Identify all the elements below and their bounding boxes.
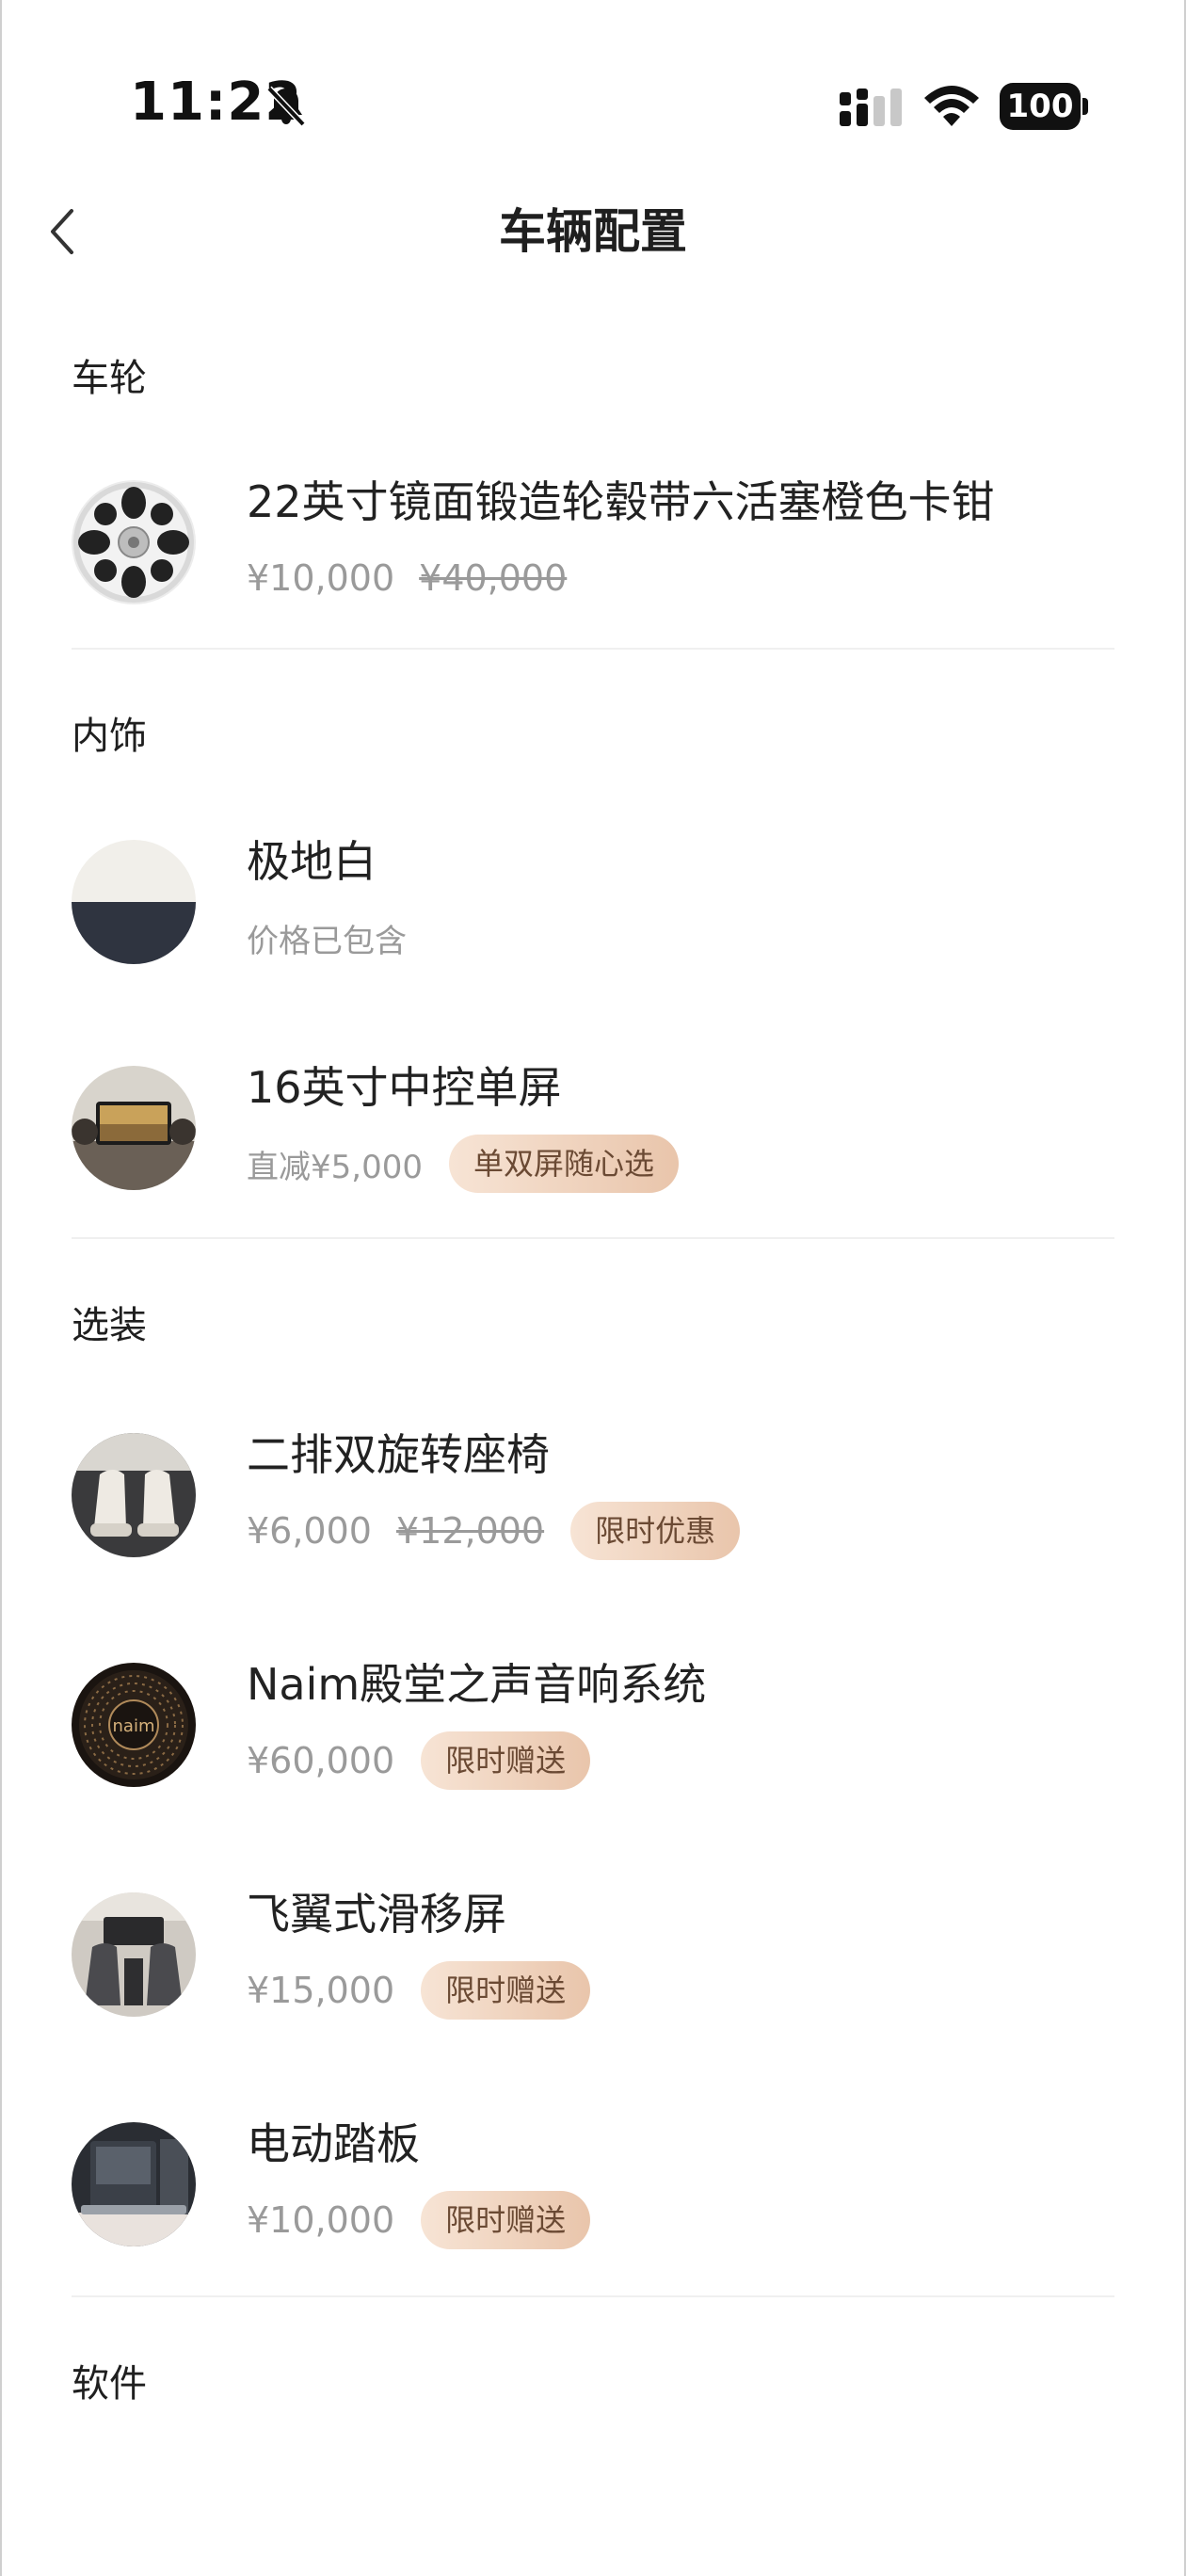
item-name: 16英寸中控单屏 bbox=[247, 1062, 562, 1113]
item-price: ¥60,000 bbox=[247, 1740, 395, 1781]
item-price-row: 价格已包含 bbox=[247, 908, 407, 968]
config-item-rotating-seats[interactable]: 二排双旋转座椅 ¥6,000 ¥12,000 限时优惠 bbox=[72, 1425, 1114, 1567]
item-price-row: ¥60,000 限时赠送 bbox=[247, 1731, 591, 1791]
config-item-center-screen[interactable]: 16英寸中控单屏 直减¥5,000 单双屏随心选 bbox=[72, 1058, 1114, 1199]
config-item-naim-audio[interactable]: naim Naim殿堂之声音响系统 ¥60,000 限时赠送 bbox=[72, 1655, 1114, 1796]
item-price: ¥15,000 bbox=[247, 1970, 395, 2011]
item-name: 电动踏板 bbox=[247, 2118, 420, 2169]
item-name: Naim殿堂之声音响系统 bbox=[247, 1659, 707, 1710]
back-chevron-icon[interactable] bbox=[41, 198, 87, 266]
speaker-thumbnail: naim bbox=[72, 1663, 196, 1787]
section-divider bbox=[72, 1237, 1114, 1239]
item-price-row: ¥10,000 限时赠送 bbox=[247, 2190, 591, 2250]
item-price: ¥10,000 bbox=[247, 2199, 395, 2241]
wheel-icon bbox=[72, 480, 196, 604]
promo-badge: 限时优惠 bbox=[570, 1502, 741, 1560]
section-divider bbox=[72, 2295, 1114, 2297]
item-price-row: 直减¥5,000 单双屏随心选 bbox=[247, 1134, 679, 1194]
item-original-price: ¥12,000 bbox=[395, 1510, 545, 1552]
interior-color-swatch bbox=[72, 840, 196, 964]
page-title: 车辆配置 bbox=[499, 204, 687, 259]
battery-level: 100 bbox=[1000, 83, 1081, 130]
section-label-software: 软件 bbox=[72, 2362, 147, 2406]
promo-badge: 限时赠送 bbox=[421, 2191, 591, 2249]
wifi-icon bbox=[924, 86, 979, 126]
config-item-running-board[interactable]: 电动踏板 ¥10,000 限时赠送 bbox=[72, 2115, 1114, 2256]
bell-muted-icon bbox=[266, 86, 306, 127]
promo-badge: 限时赠送 bbox=[421, 1731, 591, 1790]
item-price-note: 直减¥5,000 bbox=[247, 1148, 423, 1186]
promo-badge: 限时赠送 bbox=[421, 1961, 591, 2020]
seat-thumbnail bbox=[72, 1433, 196, 1557]
item-price: ¥10,000 bbox=[247, 557, 395, 599]
item-price-row: ¥6,000 ¥12,000 限时优惠 bbox=[247, 1501, 741, 1561]
section-label-options: 选装 bbox=[72, 1304, 147, 1347]
naim-logo-text: naim bbox=[113, 1716, 155, 1736]
cellular-signal-icon bbox=[840, 89, 902, 126]
config-item-interior-color[interactable]: 极地白 价格已包含 bbox=[72, 832, 1114, 974]
item-price-row: ¥15,000 限时赠送 bbox=[247, 1960, 591, 2021]
item-name: 极地白 bbox=[247, 836, 377, 887]
running-board-thumbnail bbox=[72, 2122, 196, 2246]
item-price: ¥6,000 bbox=[247, 1510, 372, 1552]
config-item-wheel[interactable]: 22英寸镜面锻造轮毂带六活塞橙色卡钳 ¥10,000 ¥40,000 bbox=[72, 473, 1114, 614]
item-name: 22英寸镜面锻造轮毂带六活塞橙色卡钳 bbox=[247, 476, 995, 527]
item-price-note: 价格已包含 bbox=[247, 922, 407, 960]
battery-cap bbox=[1082, 98, 1088, 115]
section-label-wheels: 车轮 bbox=[72, 357, 147, 400]
center-screen-thumbnail bbox=[72, 1066, 196, 1190]
section-label-interior: 内饰 bbox=[72, 715, 147, 758]
item-original-price: ¥40,000 bbox=[419, 557, 568, 599]
item-price-row: ¥10,000 ¥40,000 bbox=[247, 548, 567, 608]
section-divider bbox=[72, 648, 1114, 650]
config-item-sliding-screen[interactable]: 飞翼式滑移屏 ¥15,000 限时赠送 bbox=[72, 1885, 1114, 2026]
battery-indicator: 100 bbox=[1000, 83, 1088, 130]
sliding-screen-thumbnail bbox=[72, 1892, 196, 2017]
promo-badge: 单双屏随心选 bbox=[448, 1135, 679, 1193]
item-name: 飞翼式滑移屏 bbox=[247, 1889, 506, 1940]
item-name: 二排双旋转座椅 bbox=[247, 1429, 550, 1480]
status-bar: 11:22 100 bbox=[0, 0, 1186, 217]
